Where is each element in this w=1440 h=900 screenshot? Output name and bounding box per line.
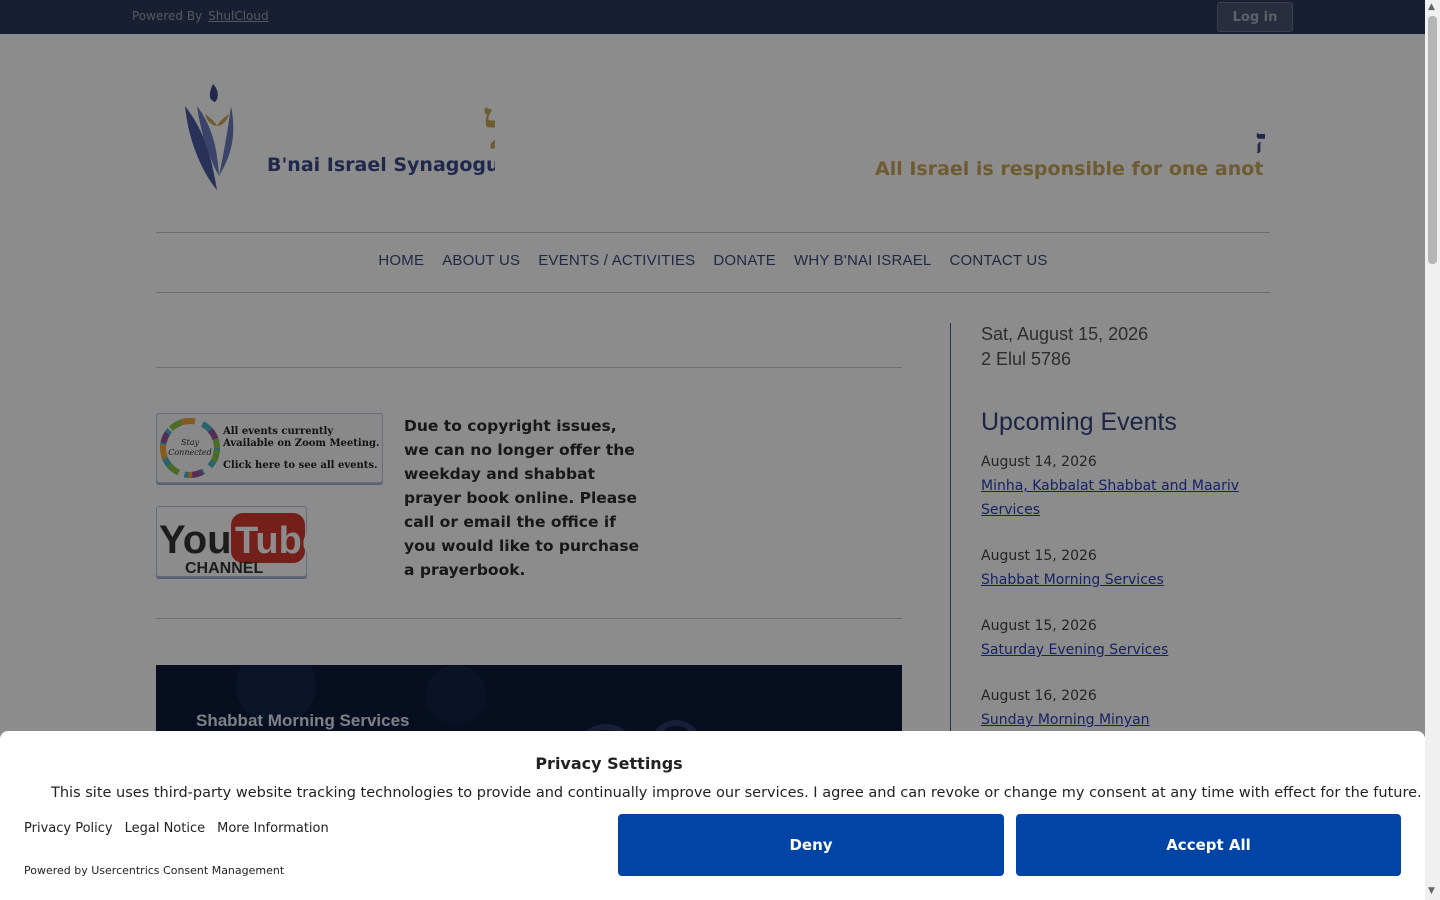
consent-text: This site uses third-party website track… xyxy=(51,785,1422,801)
more-information-link[interactable]: More Information xyxy=(217,821,329,836)
scroll-up-arrow-icon[interactable]: ▲ xyxy=(1428,2,1435,12)
legal-notice-link[interactable]: Legal Notice xyxy=(125,821,206,836)
scrollbar-thumb[interactable] xyxy=(1428,16,1437,264)
consent-powered-by: Powered by Usercentrics Consent Manageme… xyxy=(24,864,285,877)
privacy-policy-link[interactable]: Privacy Policy xyxy=(24,821,113,836)
consent-title: Privacy Settings xyxy=(535,754,683,773)
deny-button[interactable]: Deny xyxy=(618,814,1004,876)
scroll-down-arrow-icon[interactable]: ▼ xyxy=(1428,886,1435,896)
privacy-consent-banner: Privacy Settings This site uses third-pa… xyxy=(0,731,1425,900)
consent-links: Privacy Policy Legal Notice More Informa… xyxy=(24,821,329,836)
accept-all-button[interactable]: Accept All xyxy=(1016,814,1401,876)
